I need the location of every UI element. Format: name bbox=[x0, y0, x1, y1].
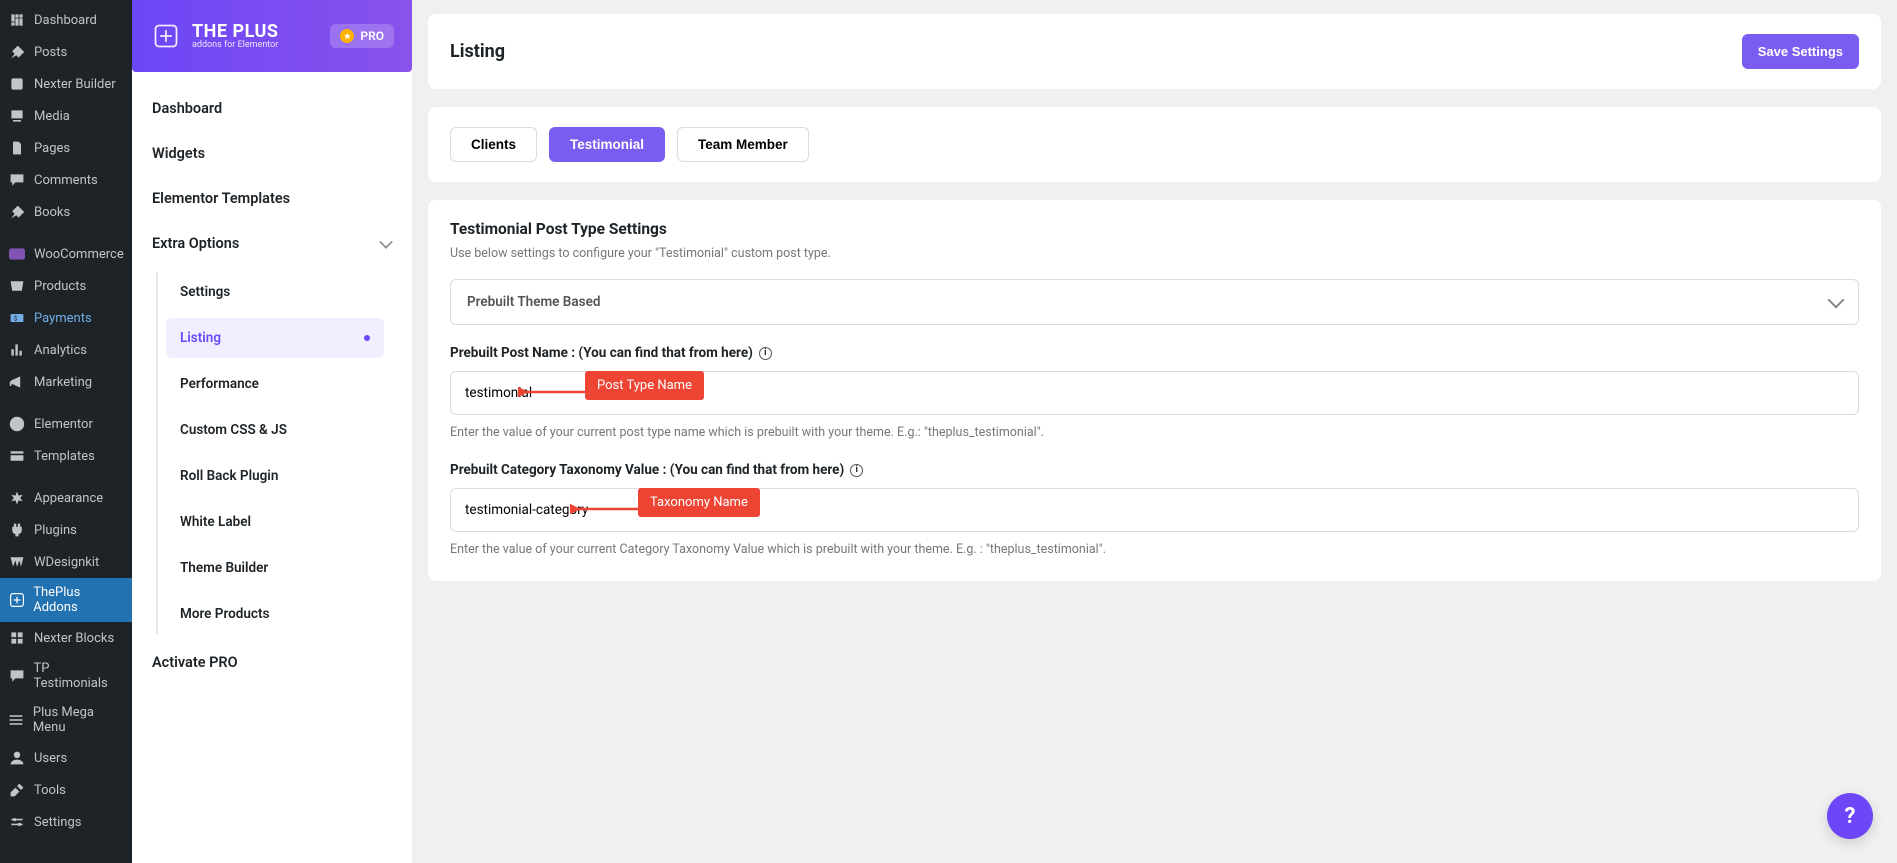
chevron-down-icon bbox=[379, 235, 393, 249]
wp-nav-tools[interactable]: Tools bbox=[0, 774, 132, 806]
woo-icon bbox=[8, 245, 26, 263]
tptest-icon bbox=[8, 667, 25, 685]
tp-submenu-roll-back-plugin[interactable]: Roll Back Plugin bbox=[166, 456, 384, 496]
wp-nav-elementor[interactable]: Elementor bbox=[0, 408, 132, 440]
tools-icon bbox=[8, 781, 26, 799]
tp-submenu-listing[interactable]: Listing bbox=[166, 318, 384, 358]
svg-text:$: $ bbox=[14, 314, 18, 322]
tp-menu-dashboard[interactable]: Dashboard bbox=[152, 86, 392, 131]
users-icon bbox=[8, 749, 26, 767]
chevron-down-icon bbox=[1828, 292, 1845, 309]
taxonomy-help: Enter the value of your current Category… bbox=[450, 542, 1859, 557]
info-icon[interactable]: i bbox=[759, 347, 772, 360]
nexter-icon bbox=[8, 75, 26, 93]
wp-nav-wdesignkit[interactable]: WDesignkit bbox=[0, 546, 132, 578]
theplus-icon bbox=[8, 591, 25, 609]
wp-nav-comments[interactable]: Comments bbox=[0, 164, 132, 196]
templates-icon bbox=[8, 447, 26, 465]
tp-submenu-theme-builder[interactable]: Theme Builder bbox=[166, 548, 384, 588]
post-name-help: Enter the value of your current post typ… bbox=[450, 425, 1859, 440]
product-icon bbox=[8, 277, 26, 295]
help-fab-button[interactable]: ? bbox=[1827, 793, 1873, 839]
wdesign-icon bbox=[8, 553, 26, 571]
wp-nav-marketing[interactable]: Marketing bbox=[0, 366, 132, 398]
brand-subtitle: addons for Elementor bbox=[192, 41, 278, 50]
wp-nav-dashboard[interactable]: Dashboard bbox=[0, 4, 132, 36]
tab-testimonial[interactable]: Testimonial bbox=[549, 127, 665, 162]
theplus-header: THE PLUS addons for Elementor ★ PRO bbox=[132, 0, 412, 72]
tp-submenu-more-products[interactable]: More Products bbox=[166, 594, 384, 634]
plugins-icon bbox=[8, 521, 26, 539]
main-content: Listing Save Settings Clients Testimonial… bbox=[412, 0, 1897, 863]
page-title: Listing bbox=[450, 41, 505, 62]
wp-nav-payments[interactable]: $Payments bbox=[0, 302, 132, 334]
section-title: Testimonial Post Type Settings bbox=[450, 220, 1859, 238]
page-icon bbox=[8, 139, 26, 157]
tp-menu-widgets[interactable]: Widgets bbox=[152, 131, 392, 176]
wp-nav-posts[interactable]: Posts bbox=[0, 36, 132, 68]
comment-icon bbox=[8, 171, 26, 189]
wp-nav-woocommerce[interactable]: WooCommerce bbox=[0, 238, 132, 270]
wp-nav-analytics[interactable]: Analytics bbox=[0, 334, 132, 366]
star-icon: ★ bbox=[340, 29, 354, 43]
tp-submenu-white-label[interactable]: White Label bbox=[166, 502, 384, 542]
info-icon[interactable]: i bbox=[850, 464, 863, 477]
post-name-label: Prebuilt Post Name : (You can find that … bbox=[450, 345, 1859, 361]
wp-nav-templates[interactable]: Templates bbox=[0, 440, 132, 472]
active-dot-icon bbox=[364, 335, 370, 341]
wp-nav-nexter-builder[interactable]: Nexter Builder bbox=[0, 68, 132, 100]
pro-badge[interactable]: ★ PRO bbox=[330, 24, 394, 48]
theplus-sidebar: THE PLUS addons for Elementor ★ PRO Dash… bbox=[132, 0, 412, 863]
wp-nav-users[interactable]: Users bbox=[0, 742, 132, 774]
payments-icon: $ bbox=[8, 309, 26, 327]
taxonomy-label: Prebuilt Category Taxonomy Value : (You … bbox=[450, 462, 1859, 478]
brand-title: THE PLUS bbox=[192, 23, 278, 41]
nexterb-icon bbox=[8, 629, 26, 647]
appearance-icon bbox=[8, 489, 26, 507]
listing-tabs: Clients Testimonial Team Member bbox=[450, 127, 1859, 162]
wp-nav-products[interactable]: Products bbox=[0, 270, 132, 302]
theplus-menu: DashboardWidgetsElementor TemplatesExtra… bbox=[132, 72, 412, 699]
wp-nav-theplus-addons[interactable]: ThePlus Addons bbox=[0, 578, 132, 622]
wp-nav-nexter-blocks[interactable]: Nexter Blocks bbox=[0, 622, 132, 654]
brand: THE PLUS addons for Elementor bbox=[150, 20, 278, 52]
tp-submenu-custom-css-js[interactable]: Custom CSS & JS bbox=[166, 410, 384, 450]
wp-nav-pages[interactable]: Pages bbox=[0, 132, 132, 164]
dashboard-icon bbox=[8, 11, 26, 29]
wp-admin-nav: DashboardPostsNexter BuilderMediaPagesCo… bbox=[0, 0, 132, 863]
wp-nav-plugins[interactable]: Plugins bbox=[0, 514, 132, 546]
settings-icon bbox=[8, 813, 26, 831]
taxonomy-input[interactable] bbox=[450, 488, 1859, 532]
pin-icon bbox=[8, 203, 26, 221]
analytics-icon bbox=[8, 341, 26, 359]
wp-nav-appearance[interactable]: Appearance bbox=[0, 482, 132, 514]
pin-icon bbox=[8, 43, 26, 61]
marketing-icon bbox=[8, 373, 26, 391]
mega-icon bbox=[8, 711, 25, 729]
theplus-logo-icon bbox=[150, 20, 182, 52]
theme-mode-select[interactable]: Prebuilt Theme Based bbox=[450, 279, 1859, 325]
wp-nav-media[interactable]: Media bbox=[0, 100, 132, 132]
elementor-icon bbox=[8, 415, 26, 433]
tp-menu-activate-pro[interactable]: Activate PRO bbox=[152, 640, 392, 685]
tp-menu-elementor-templates[interactable]: Elementor Templates bbox=[152, 176, 392, 221]
tp-menu-extra-options[interactable]: Extra Options bbox=[152, 221, 392, 266]
settings-card: Testimonial Post Type Settings Use below… bbox=[428, 200, 1881, 581]
wp-nav-tp-testimonials[interactable]: TP Testimonials bbox=[0, 654, 132, 698]
tabs-card: Clients Testimonial Team Member bbox=[428, 107, 1881, 182]
wp-nav-books[interactable]: Books bbox=[0, 196, 132, 228]
section-subtitle: Use below settings to configure your "Te… bbox=[450, 246, 1859, 261]
post-name-input[interactable] bbox=[450, 371, 1859, 415]
save-settings-button[interactable]: Save Settings bbox=[1742, 34, 1859, 69]
tp-submenu-settings[interactable]: Settings bbox=[166, 272, 384, 312]
select-value: Prebuilt Theme Based bbox=[467, 294, 600, 310]
tp-submenu-performance[interactable]: Performance bbox=[166, 364, 384, 404]
page-header-card: Listing Save Settings bbox=[428, 14, 1881, 89]
tab-team-member[interactable]: Team Member bbox=[677, 127, 809, 162]
media-icon bbox=[8, 107, 26, 125]
wp-nav-plus-mega-menu[interactable]: Plus Mega Menu bbox=[0, 698, 132, 742]
tab-clients[interactable]: Clients bbox=[450, 127, 537, 162]
pro-label: PRO bbox=[360, 29, 384, 43]
wp-nav-settings[interactable]: Settings bbox=[0, 806, 132, 838]
